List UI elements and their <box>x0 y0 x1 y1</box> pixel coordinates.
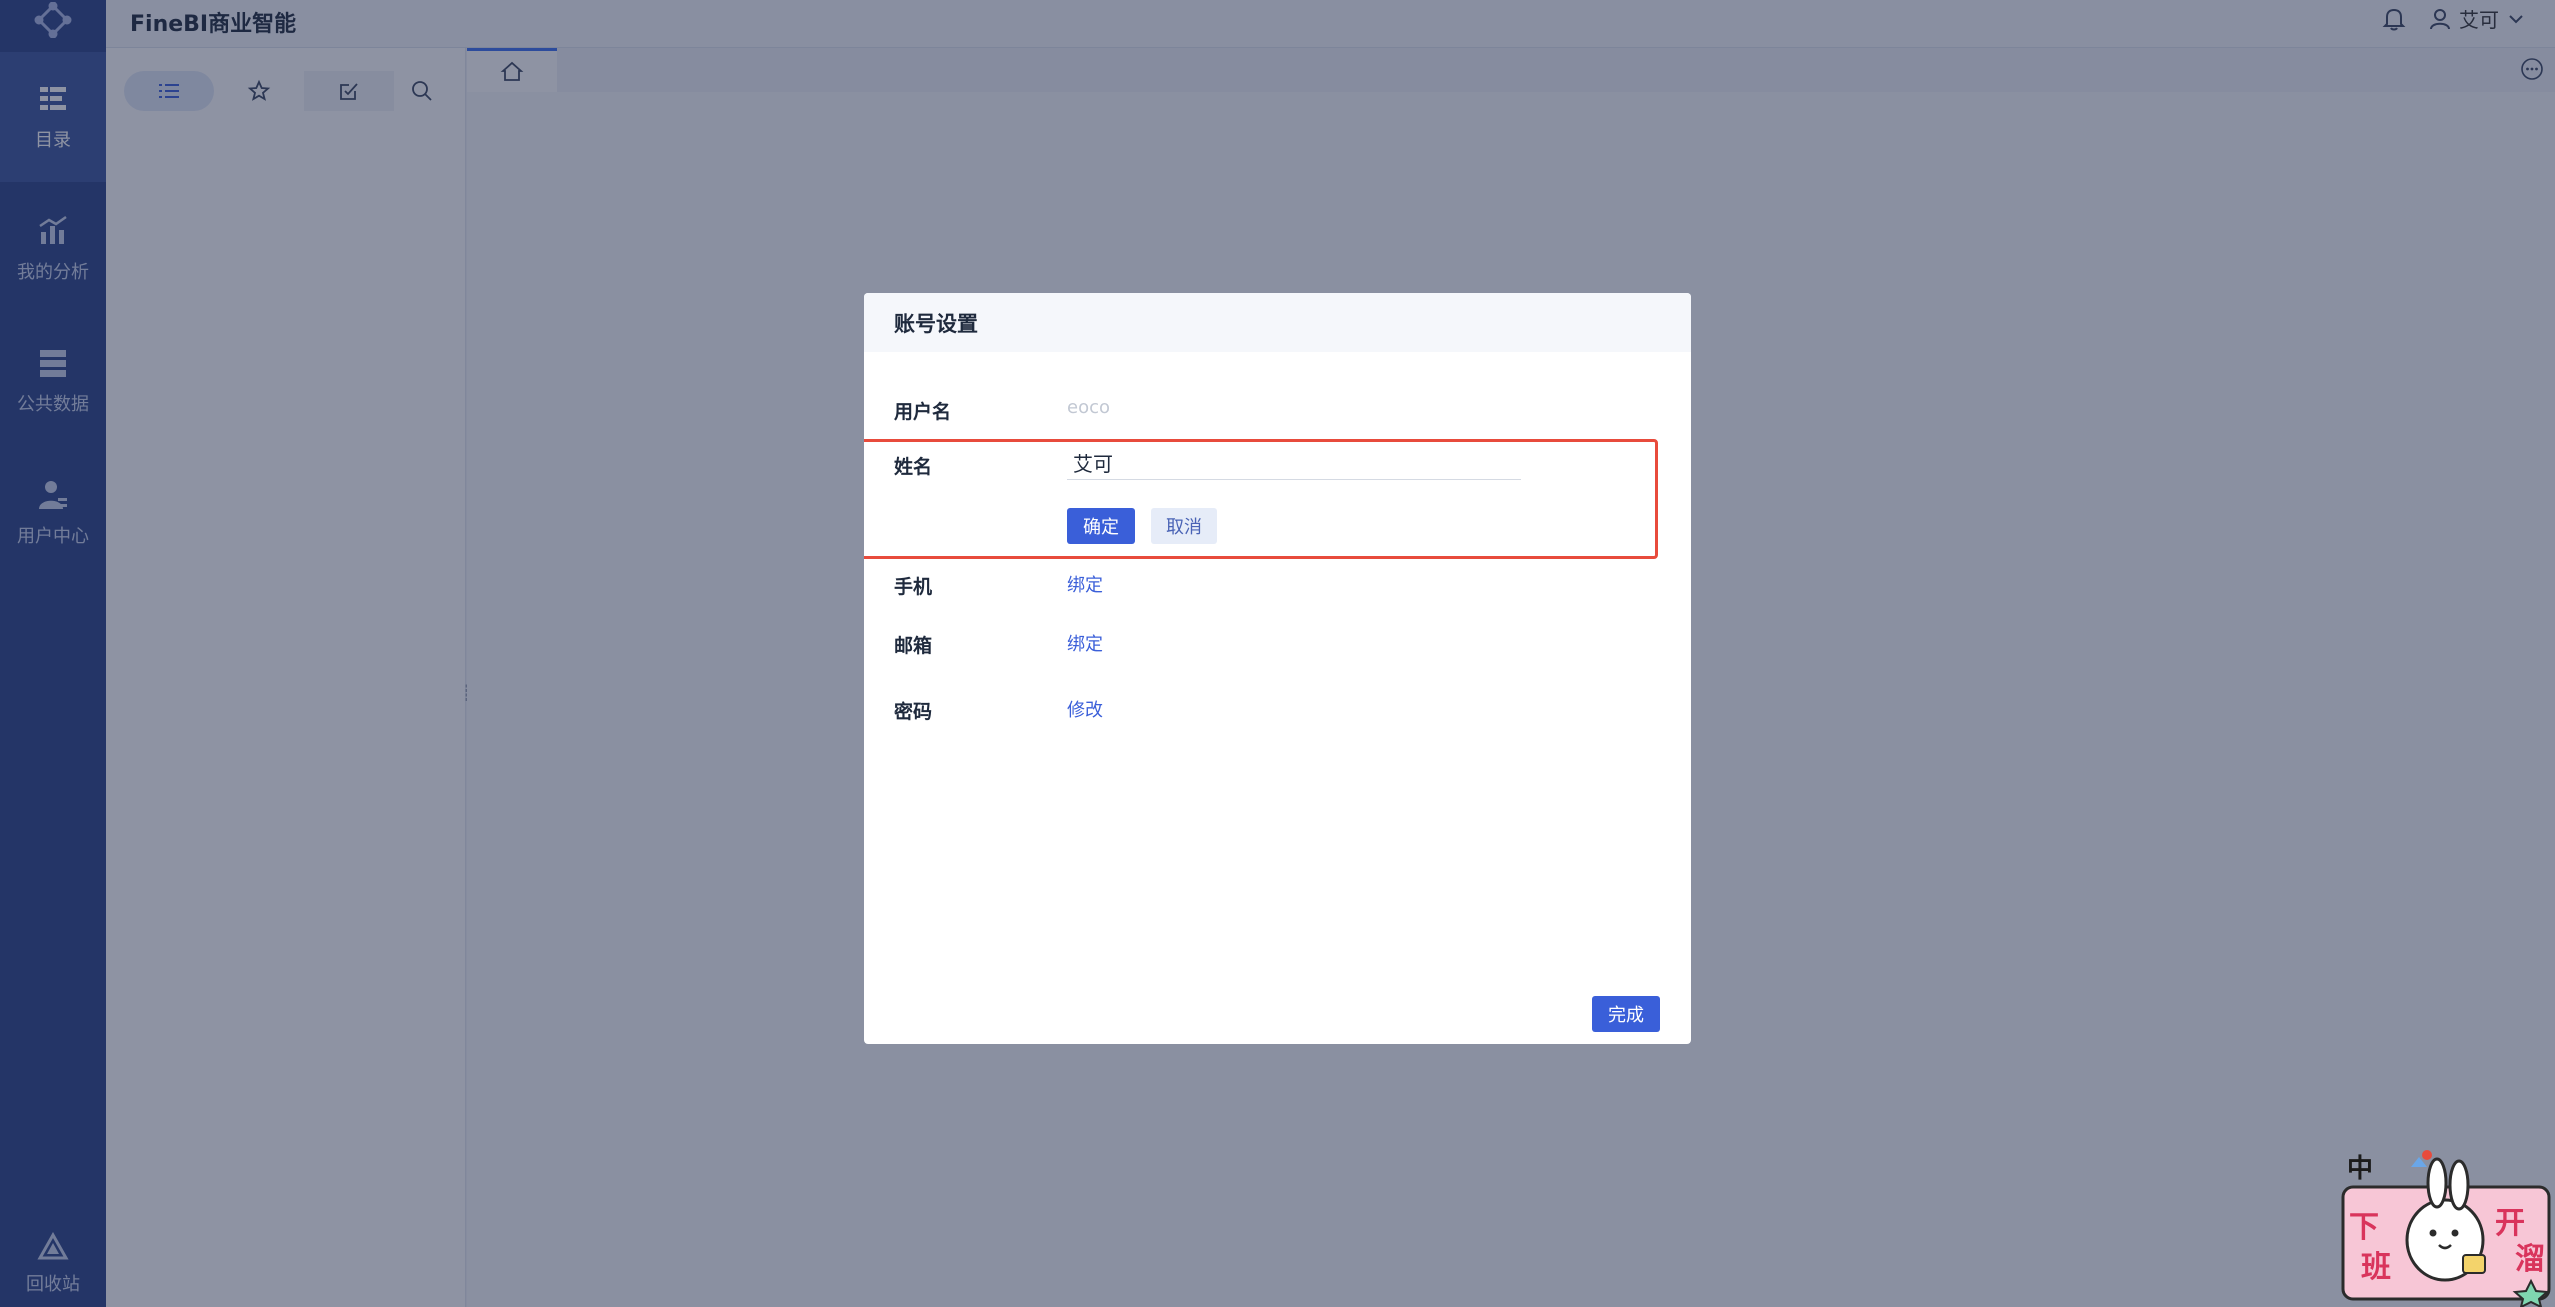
email-label: 邮箱 <box>894 635 933 657</box>
sticker-image: 中 下 班 开 溜 <box>2341 1150 2551 1307</box>
username-label: 用户名 <box>894 401 952 423</box>
phone-bind-link[interactable]: 绑定 <box>1067 571 1103 597</box>
done-button[interactable]: 完成 <box>1592 996 1660 1032</box>
sticker-char-2: 下 <box>2349 1210 2379 1245</box>
sticker-char-5: 溜 <box>2515 1242 2545 1277</box>
username-value: eoco <box>1067 397 1110 418</box>
email-bind-link[interactable]: 绑定 <box>1067 630 1103 656</box>
confirm-button[interactable]: 确定 <box>1067 508 1135 544</box>
name-input[interactable] <box>1067 446 1521 480</box>
sticker-char-3: 班 <box>2361 1250 2391 1285</box>
account-settings-dialog: 账号设置 用户名 eoco 姓名 确定 取消 手机 绑定 邮箱 绑定 密码 修改… <box>864 293 1691 1044</box>
dialog-title: 账号设置 <box>864 293 1691 352</box>
cancel-button[interactable]: 取消 <box>1151 508 1217 544</box>
name-label: 姓名 <box>894 456 933 478</box>
phone-label: 手机 <box>894 576 933 598</box>
password-change-link[interactable]: 修改 <box>1067 696 1103 722</box>
password-label: 密码 <box>894 701 933 723</box>
sticker-char-4: 开 <box>2495 1206 2525 1241</box>
sticker-char-1: 中 <box>2347 1154 2373 1184</box>
